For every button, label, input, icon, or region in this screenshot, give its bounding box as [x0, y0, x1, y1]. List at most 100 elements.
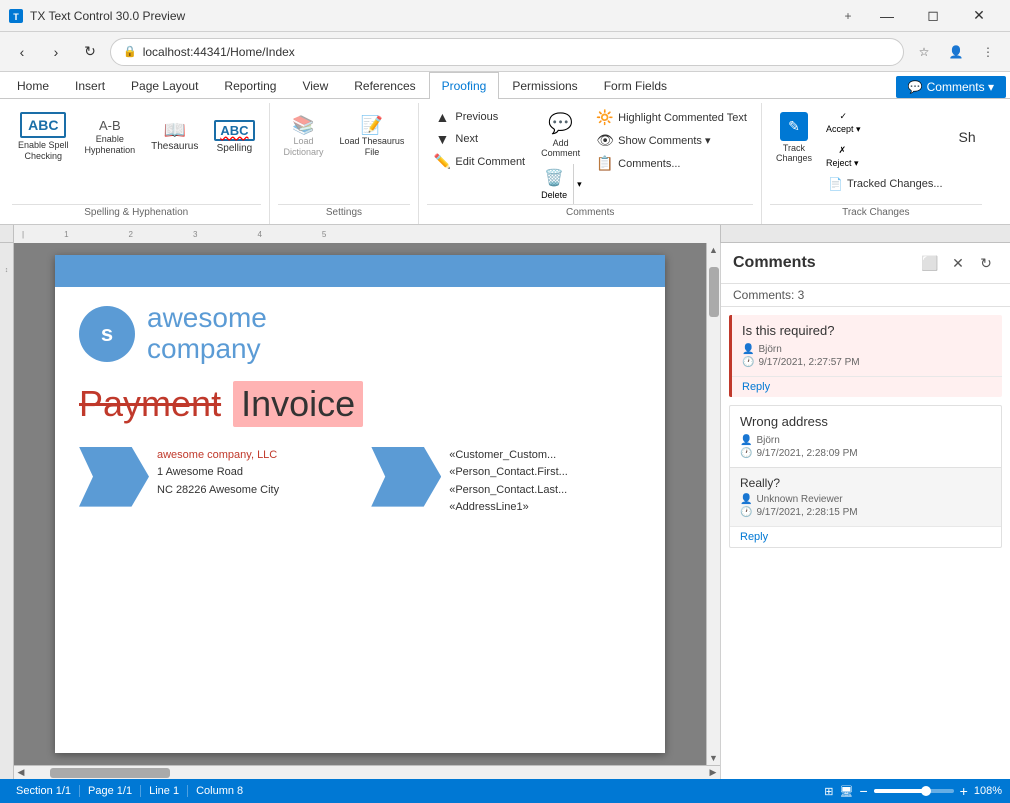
- load-dictionary-button[interactable]: 📚 Load Dictionary: [278, 107, 330, 167]
- ribbon: Home Insert Page Layout Reporting View R…: [0, 72, 1010, 225]
- next-label: Next: [455, 133, 478, 145]
- edit-comment-button[interactable]: ✏️ Edit Comment: [427, 151, 531, 172]
- maximize-button[interactable]: ◻: [910, 0, 956, 32]
- list-label: Comments...: [618, 158, 680, 170]
- tab-page-layout[interactable]: Page Layout: [118, 72, 211, 99]
- reply-1-content: Really? 👤 Unknown Reviewer 🕐 9/17/2021, …: [730, 467, 1001, 526]
- tab-proofing[interactable]: Proofing: [429, 72, 500, 99]
- previous-comment-button[interactable]: ▲ Previous: [427, 107, 531, 127]
- merge-field-2: «Person_Contact.First...: [449, 466, 568, 478]
- resize-comments-button[interactable]: ⬜: [918, 251, 942, 275]
- enable-spell-button[interactable]: ABC Enable Spell Checking: [12, 107, 75, 167]
- comments-tab-button[interactable]: 💬 Comments ▾: [896, 76, 1006, 98]
- comment-1-author: Björn: [758, 344, 781, 355]
- highlight-icon: 🔆: [596, 109, 614, 126]
- tab-references[interactable]: References: [341, 72, 428, 99]
- delete-label: Delete: [541, 190, 567, 200]
- thesaurus-label: Thesaurus: [151, 141, 198, 153]
- company-header: s awesomecompany: [79, 303, 641, 365]
- spelling-label: Spelling: [217, 143, 253, 155]
- scroll-left-button[interactable]: ◀: [14, 766, 28, 780]
- show-icon: 👁: [596, 132, 614, 149]
- layout-icon[interactable]: ⊞: [824, 785, 833, 798]
- track-label: Track Changes: [776, 143, 812, 163]
- thesaurus-button[interactable]: 📖 Thesaurus: [145, 107, 204, 167]
- reject-button[interactable]: ✗ Reject ▾: [822, 141, 863, 173]
- doc-viewport[interactable]: s awesomecompany Payment Invoice: [14, 243, 706, 765]
- next-icon: ▼: [433, 131, 451, 147]
- highlight-commented-button[interactable]: 🔆 Highlight Commented Text: [590, 107, 753, 128]
- comments-tab-label: Comments ▾: [927, 80, 994, 94]
- comments-list-button[interactable]: 📋 Comments...: [590, 153, 753, 174]
- close-button[interactable]: ✕: [956, 0, 1002, 32]
- zoom-slider[interactable]: [874, 789, 954, 793]
- delete-button[interactable]: 🗑️ Delete: [535, 164, 573, 204]
- main-area: ↕ s awesomecompany: [0, 243, 1010, 779]
- hscroll-thumb[interactable]: [50, 768, 170, 778]
- show-comments-button[interactable]: 👁 Show Comments ▾: [590, 130, 753, 151]
- reject-label: Reject ▾: [826, 158, 859, 169]
- tab-home[interactable]: Home: [4, 72, 62, 99]
- reject-split: ✗ Reject ▾: [822, 141, 949, 173]
- accept-button[interactable]: ✓ Accept ▾: [822, 107, 865, 139]
- scroll-up-button[interactable]: ▲: [707, 243, 721, 257]
- merge-field-3: «Person_Contact.Last...: [449, 484, 567, 496]
- horizontal-scrollbar[interactable]: ◀ ▶: [14, 765, 720, 779]
- next-comment-button[interactable]: ▼ Next: [427, 129, 531, 149]
- new-tab-button[interactable]: +: [832, 0, 864, 32]
- delete-arrow[interactable]: ▾: [573, 164, 585, 204]
- tab-reporting[interactable]: Reporting: [211, 72, 289, 99]
- nav-comments-group: ▲ Previous ▼ Next ✏️ Edit Comment: [427, 107, 531, 172]
- scroll-down-button[interactable]: ▼: [707, 751, 721, 765]
- tab-insert[interactable]: Insert: [62, 72, 118, 99]
- tab-view[interactable]: View: [289, 72, 341, 99]
- refresh-comments-button[interactable]: ↻: [974, 251, 998, 275]
- refresh-button[interactable]: ↻: [76, 38, 104, 66]
- zoom-plus[interactable]: +: [960, 783, 968, 799]
- add-comment-button[interactable]: 💬 Add Comment: [535, 107, 586, 162]
- highlight-label: Highlight Commented Text: [618, 112, 747, 124]
- zoom-handle[interactable]: [921, 786, 931, 796]
- scroll-right-button[interactable]: ▶: [706, 766, 720, 780]
- back-button[interactable]: ‹: [8, 38, 36, 66]
- status-right: ⊞ 🖥 − + 108%: [824, 783, 1002, 799]
- close-comments-button[interactable]: ✕: [946, 251, 970, 275]
- settings-group-label: Settings: [278, 204, 411, 220]
- load-thesaurus-button[interactable]: 📝 Load Thesaurus File: [334, 107, 411, 167]
- star-icon[interactable]: ☆: [910, 38, 938, 66]
- ruler-mark-6: 5: [322, 230, 326, 239]
- tracked-changes-button[interactable]: 📄 Tracked Changes...: [822, 175, 949, 193]
- forward-button[interactable]: ›: [42, 38, 70, 66]
- url-bar[interactable]: 🔒 localhost:44341/Home/Index: [110, 38, 904, 66]
- minimize-button[interactable]: —: [864, 0, 910, 32]
- ruler-content: | 1 2 3 4 5: [14, 225, 720, 245]
- user-icon[interactable]: 👤: [942, 38, 970, 66]
- zoom-minus[interactable]: −: [859, 783, 867, 799]
- reply-1-author-row: 👤 Unknown Reviewer: [740, 494, 991, 505]
- status-column: Column 8: [188, 785, 251, 797]
- title-line: Payment Invoice: [79, 381, 641, 427]
- comments-icon: 💬: [908, 80, 923, 94]
- track-changes-group: ✎ Track Changes ✓ Accept ▾ ✗ Reject ▾: [762, 103, 990, 224]
- address-text: awesome company, LLC 1 Awesome Road NC 2…: [157, 447, 279, 507]
- view-icon[interactable]: 🖥: [840, 785, 854, 798]
- reply-2-button[interactable]: Reply: [730, 526, 1001, 547]
- comment-2-body: Wrong address 👤 Björn 🕐 9/17/2021, 2:28:…: [730, 406, 1001, 467]
- vertical-scrollbar[interactable]: ▲ ▼: [706, 243, 720, 765]
- edit-icon: ✏️: [433, 153, 451, 170]
- ruler-mark-2: 1: [64, 230, 68, 239]
- spelling-button[interactable]: ABC Spelling: [208, 107, 260, 167]
- tab-permissions[interactable]: Permissions: [499, 72, 590, 99]
- show-tracked-button[interactable]: Sh: [953, 107, 982, 167]
- reply-1-button[interactable]: Reply: [732, 376, 1002, 397]
- status-section: Section 1/1: [8, 785, 80, 797]
- address-cell-left: awesome company, LLC 1 Awesome Road NC 2…: [79, 443, 349, 511]
- invoice-text: Invoice: [241, 383, 355, 424]
- spell-icon: ABC: [20, 112, 66, 138]
- track-changes-button[interactable]: ✎ Track Changes: [770, 107, 818, 167]
- reject-icon: ✗: [838, 145, 846, 156]
- menu-icon[interactable]: ⋮: [974, 38, 1002, 66]
- enable-hyphen-button[interactable]: A-B Enable Hyphenation: [79, 107, 142, 167]
- scroll-thumb[interactable]: [709, 267, 719, 317]
- tab-form-fields[interactable]: Form Fields: [591, 72, 680, 99]
